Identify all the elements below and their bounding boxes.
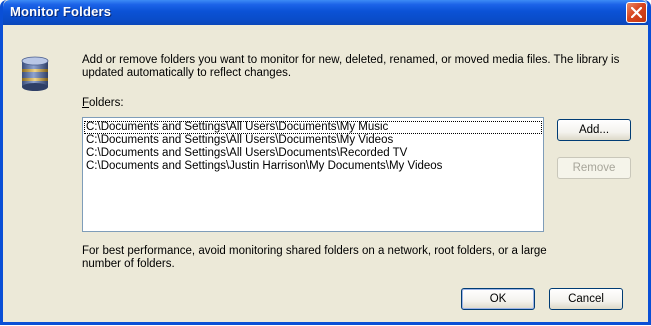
cancel-button[interactable]: Cancel <box>549 288 623 310</box>
monitor-folders-dialog: Monitor Folders Add or remove folders yo… <box>0 0 651 325</box>
ok-button[interactable]: OK <box>461 288 535 310</box>
list-item[interactable]: C:\Documents and Settings\All Users\Docu… <box>84 121 542 134</box>
title-bar[interactable]: Monitor Folders <box>3 0 648 25</box>
description-text: Add or remove folders you want to monito… <box>82 54 620 79</box>
performance-note: For best performance, avoid monitoring s… <box>82 245 547 270</box>
folders-label-accelerator: F <box>82 97 90 109</box>
close-icon <box>631 7 642 18</box>
remove-button[interactable]: Remove <box>557 157 631 179</box>
list-item[interactable]: C:\Documents and Settings\Justin Harriso… <box>83 160 543 173</box>
folders-label-text: olders: <box>89 97 124 109</box>
window-title: Monitor Folders <box>10 4 112 19</box>
folders-listbox[interactable]: C:\Documents and Settings\All Users\Docu… <box>82 117 544 232</box>
database-icon <box>21 56 49 91</box>
folders-label: Folders: <box>82 97 124 109</box>
add-button[interactable]: Add... <box>557 119 631 141</box>
list-item[interactable]: C:\Documents and Settings\All Users\Docu… <box>83 147 543 160</box>
list-item[interactable]: C:\Documents and Settings\All Users\Docu… <box>83 134 543 147</box>
close-button[interactable] <box>626 2 647 23</box>
